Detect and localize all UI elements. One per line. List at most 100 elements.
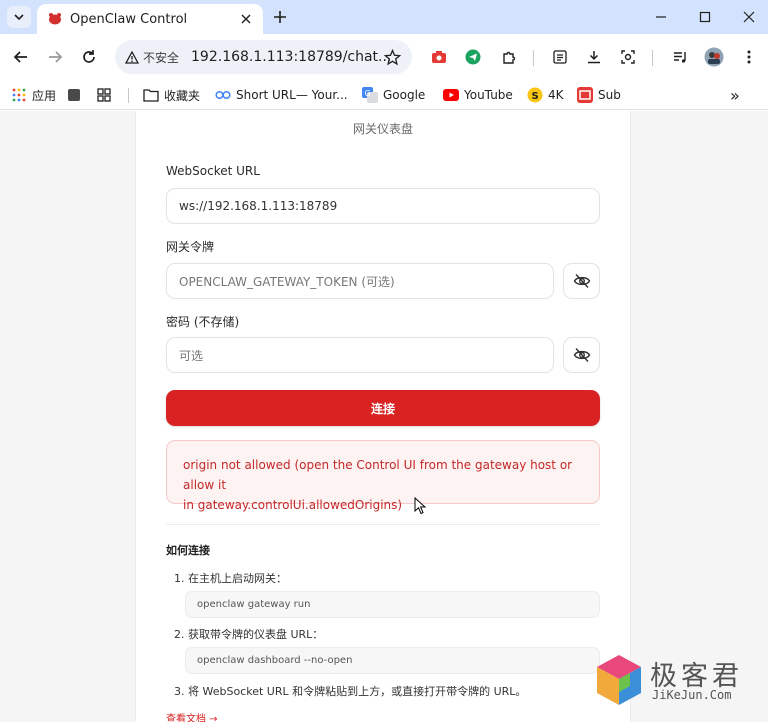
forward-button[interactable] bbox=[43, 45, 67, 69]
security-indicator[interactable]: 不安全 bbox=[125, 49, 179, 66]
screenshot-extension-button[interactable] bbox=[427, 45, 451, 69]
extensions-button[interactable] bbox=[497, 45, 521, 69]
avatar-icon bbox=[704, 47, 724, 67]
websocket-url-label: WebSocket URL bbox=[166, 164, 260, 178]
maximize-button[interactable] bbox=[690, 5, 720, 29]
tab-title: OpenClaw Control bbox=[70, 11, 188, 27]
error-line-1: origin not allowed (open the Control UI … bbox=[183, 458, 573, 492]
eye-off-icon bbox=[573, 274, 590, 288]
reload-icon bbox=[83, 50, 95, 63]
gateway-token-input[interactable]: OPENCLAW_GATEWAY_TOKEN (可选) bbox=[166, 263, 554, 299]
minimize-button[interactable] bbox=[646, 5, 676, 29]
media-control-button[interactable] bbox=[668, 45, 692, 69]
openclaw-favicon-icon bbox=[49, 13, 61, 25]
back-button[interactable] bbox=[9, 45, 33, 69]
bookmark-4k[interactable]: S 4K bbox=[527, 84, 564, 106]
chevron-down-icon bbox=[14, 14, 24, 21]
folder-icon bbox=[143, 87, 159, 103]
arrow-left-icon bbox=[13, 51, 27, 63]
new-tab-button[interactable] bbox=[268, 6, 292, 28]
password-label: 密码 (不存储) bbox=[166, 315, 240, 329]
link-icon bbox=[215, 87, 231, 103]
warning-icon bbox=[125, 50, 139, 64]
bookmark-square[interactable] bbox=[66, 84, 87, 106]
bookmark-youtube[interactable]: YouTube bbox=[443, 84, 513, 106]
puzzle-icon bbox=[502, 51, 515, 64]
divider bbox=[166, 524, 600, 525]
sub-icon bbox=[577, 87, 593, 103]
more-vertical-icon bbox=[747, 50, 751, 64]
list-icon bbox=[553, 50, 567, 64]
bookmark-folder-favorites[interactable]: 收藏夹 bbox=[143, 84, 200, 106]
view-docs-link[interactable]: 查看文档 → bbox=[166, 710, 218, 722]
toggle-password-visibility-button[interactable] bbox=[563, 337, 600, 373]
scan-icon bbox=[621, 50, 635, 64]
browser-tab[interactable]: OpenClaw Control bbox=[37, 4, 263, 34]
error-line-2: in gateway.controlUi.allowedOrigins) bbox=[183, 498, 403, 512]
page-viewport: 网关仪表盘 WebSocket URL ws://192.168.1.113:1… bbox=[0, 111, 768, 722]
bookmark-label: Sub bbox=[598, 88, 621, 102]
code-block-2: openclaw dashboard --no-open bbox=[185, 647, 600, 674]
howto-step-1: 1. 在主机上启动网关： bbox=[174, 572, 287, 585]
error-message: origin not allowed (open the Control UI … bbox=[166, 440, 600, 512]
svg-text:S: S bbox=[532, 91, 539, 102]
reload-button[interactable] bbox=[77, 45, 101, 69]
code-block-1: openclaw gateway run bbox=[185, 591, 600, 618]
grid-icon bbox=[96, 87, 112, 103]
music-note-icon bbox=[674, 52, 686, 63]
bookmark-label: YouTube bbox=[464, 88, 513, 102]
watermark-subtext: JiKeJun.Com bbox=[652, 688, 732, 702]
howto-step-2: 2. 获取带令牌的仪表盘 URL： bbox=[174, 628, 324, 641]
bookmark-label: Google bbox=[383, 88, 426, 102]
lens-button[interactable] bbox=[616, 45, 640, 69]
browser-menu-button[interactable] bbox=[737, 45, 761, 69]
download-icon bbox=[588, 51, 600, 64]
bookmark-label: 应用 bbox=[32, 88, 57, 103]
howto-title: 如何连接 bbox=[166, 544, 210, 557]
mouse-cursor-icon bbox=[414, 497, 426, 515]
minimize-icon bbox=[656, 16, 666, 18]
close-window-button[interactable] bbox=[734, 5, 764, 29]
close-icon bbox=[743, 11, 755, 23]
page-subtitle: 网关仪表盘 bbox=[352, 122, 413, 136]
security-label: 不安全 bbox=[143, 50, 180, 65]
bookmark-label: Short URL— Your... bbox=[236, 88, 348, 102]
login-card: 网关仪表盘 WebSocket URL ws://192.168.1.113:1… bbox=[135, 111, 631, 722]
eye-off-icon bbox=[573, 348, 590, 362]
reading-list-button[interactable] bbox=[548, 45, 572, 69]
plus-icon bbox=[274, 11, 286, 23]
browser-toolbar: 不安全 192.168.1.113:18789/chat... bbox=[0, 34, 768, 80]
arrow-right-icon bbox=[49, 51, 63, 63]
youtube-icon bbox=[443, 87, 459, 103]
paper-plane-icon bbox=[465, 49, 481, 65]
bookmarks-overflow-button[interactable]: » bbox=[730, 84, 740, 106]
howto-step-3: 3. 将 WebSocket URL 和令牌粘贴到上方，或直接打开带令牌的 UR… bbox=[174, 685, 527, 698]
watermark-logo-icon bbox=[597, 655, 641, 705]
url-text: 192.168.1.113:18789/chat... bbox=[191, 49, 392, 65]
profile-avatar[interactable] bbox=[702, 45, 726, 69]
watermark: 极客君 JiKeJun.Com bbox=[596, 654, 768, 714]
camera-icon bbox=[432, 51, 446, 63]
downloads-button[interactable] bbox=[582, 45, 606, 69]
gateway-token-label: 网关令牌 bbox=[166, 240, 215, 254]
star-icon bbox=[383, 48, 401, 65]
send-extension-button[interactable] bbox=[461, 45, 485, 69]
tab-strip: OpenClaw Control bbox=[0, 0, 768, 34]
bookmark-star-button[interactable] bbox=[380, 45, 404, 69]
bookmark-apps[interactable]: 应用 bbox=[11, 84, 56, 106]
google-translate-icon: G bbox=[362, 87, 378, 103]
bookmark-sub[interactable]: Sub bbox=[577, 84, 621, 106]
bookmark-label: 4K bbox=[548, 88, 564, 102]
tab-close-button[interactable] bbox=[237, 10, 255, 28]
connect-button[interactable]: 连接 bbox=[166, 390, 600, 426]
toggle-token-visibility-button[interactable] bbox=[563, 263, 600, 299]
websocket-url-input[interactable]: ws://192.168.1.113:18789 bbox=[166, 188, 600, 224]
bookmark-short-url[interactable]: Short URL— Your... bbox=[215, 84, 348, 106]
bookmark-grid[interactable] bbox=[96, 84, 117, 106]
password-input[interactable]: 可选 bbox=[166, 337, 554, 373]
chevron-double-right-icon: » bbox=[730, 85, 740, 105]
tab-search-button[interactable] bbox=[7, 6, 31, 28]
bookmark-google[interactable]: G Google bbox=[362, 84, 425, 106]
address-bar[interactable]: 不安全 192.168.1.113:18789/chat... bbox=[115, 40, 412, 74]
close-icon bbox=[241, 14, 251, 24]
